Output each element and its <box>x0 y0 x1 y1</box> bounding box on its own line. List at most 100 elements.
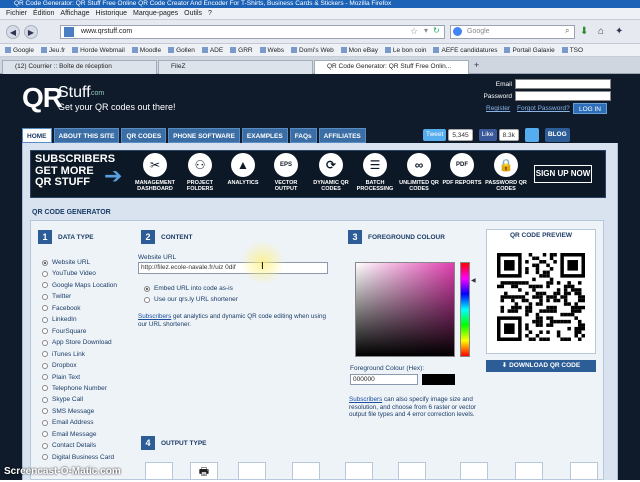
home-icon[interactable]: ⌂ <box>598 26 604 37</box>
data-type-option[interactable]: Dropbox <box>42 361 77 370</box>
data-type-option[interactable]: YouTube Video <box>42 269 96 278</box>
download-icon[interactable]: ⬇ <box>580 26 588 37</box>
data-type-radio[interactable] <box>42 362 48 369</box>
website-url-input[interactable]: http://filez.ecole-navale.fr/uiz 0dif <box>138 262 328 274</box>
bookmark-item[interactable]: Le bon coin <box>384 47 427 54</box>
data-type-radio[interactable] <box>42 351 48 358</box>
embed-option[interactable]: Embed URL into code as-is <box>144 285 233 292</box>
data-type-option[interactable]: Facebook <box>42 304 81 313</box>
bookmark-item[interactable]: Google <box>5 47 34 54</box>
data-type-option[interactable]: App Store Download <box>42 338 112 347</box>
hue-handle-icon[interactable]: ◀ <box>471 277 476 284</box>
data-type-option[interactable]: Telephone Number <box>42 384 107 393</box>
data-type-option[interactable]: FourSquare <box>42 327 86 336</box>
nav-phone-software[interactable]: PHONE SOFTWARE <box>168 127 240 143</box>
data-type-option[interactable]: SMS Message <box>42 407 94 416</box>
bookmark-item[interactable]: Portail Galaxie <box>504 47 555 54</box>
data-type-radio[interactable] <box>42 282 48 289</box>
data-type-radio[interactable] <box>42 408 48 415</box>
bookmark-item[interactable]: Webs <box>259 47 284 54</box>
data-type-option[interactable]: Digital Business Card <box>42 453 114 462</box>
data-type-radio[interactable] <box>42 270 48 277</box>
forgot-password-link[interactable]: Forgot Password? <box>517 105 570 112</box>
bookmark-item[interactable]: Gollen <box>168 47 195 54</box>
tab-qrstuff[interactable]: QR Code Generator: QR Stuff Free Onlin..… <box>314 60 469 74</box>
nav-affiliates[interactable]: AFFILIATES <box>318 127 366 143</box>
shortener-radio[interactable] <box>144 296 150 303</box>
data-type-radio[interactable] <box>42 442 48 449</box>
twitter-icon[interactable] <box>524 128 539 142</box>
data-type-option[interactable]: Email Message <box>42 430 96 439</box>
blog-button[interactable]: BLOG <box>544 128 570 142</box>
forward-icon[interactable]: ▶ <box>24 25 38 39</box>
back-icon[interactable]: ◀ <box>6 25 20 39</box>
download-qr-button[interactable]: ⬇ DOWNLOAD QR CODE <box>486 360 596 372</box>
url-bar[interactable]: www.qrstuff.com <box>60 25 445 39</box>
data-type-option[interactable]: LinkedIn <box>42 315 77 324</box>
data-type-option[interactable]: Plain Text <box>42 373 80 382</box>
password-field[interactable] <box>515 91 611 101</box>
addon-icon[interactable]: ✦ <box>615 26 623 37</box>
data-type-radio[interactable] <box>42 374 48 380</box>
email-field[interactable] <box>515 79 611 89</box>
search-icon[interactable]: ⌕ <box>565 26 569 36</box>
data-type-option[interactable]: Twitter <box>42 292 71 301</box>
hex-input[interactable]: 000000 <box>350 374 418 385</box>
nav-examples[interactable]: EXAMPLES <box>241 127 288 143</box>
bookmark-item[interactable]: Horde Webmail <box>72 47 125 54</box>
data-type-radio[interactable] <box>42 454 48 461</box>
color-picker[interactable] <box>355 262 455 357</box>
shortener-option[interactable]: Use our qrs.ly URL shortener <box>144 296 238 303</box>
data-type-radio[interactable] <box>42 316 48 323</box>
data-type-radio[interactable] <box>42 328 48 335</box>
bookmark-item[interactable]: Jeu.fr <box>40 47 65 54</box>
dropdown-icon[interactable]: ▾ <box>424 26 428 35</box>
data-type-radio[interactable] <box>42 385 48 392</box>
data-type-option[interactable]: iTunes Link <box>42 350 85 359</box>
new-tab-icon[interactable]: + <box>474 60 479 70</box>
data-type-radio[interactable] <box>42 339 48 346</box>
nav-home[interactable]: HOME <box>22 127 52 143</box>
embed-radio[interactable] <box>144 285 150 292</box>
bookmark-item[interactable]: AEFE candidatures <box>433 47 498 54</box>
subscribers-link[interactable]: Subscribers <box>138 313 171 320</box>
data-type-option[interactable]: Contact Details <box>42 441 96 450</box>
search-input[interactable]: Google <box>450 25 575 39</box>
bookmark-item[interactable]: Moodle <box>131 47 161 54</box>
signup-button[interactable]: SIGN UP NOW <box>534 165 592 183</box>
login-button[interactable]: LOG IN <box>573 103 607 114</box>
subscribers-link[interactable]: Subscribers <box>349 396 382 403</box>
like-button[interactable]: Like <box>478 129 497 141</box>
nav-about[interactable]: ABOUT THIS SITE <box>53 127 120 143</box>
data-type-option[interactable]: Website URL <box>42 258 90 267</box>
data-type-radio[interactable] <box>42 305 48 312</box>
bookmark-item[interactable]: ADE <box>201 47 223 54</box>
menu-historique[interactable]: Historique <box>95 8 127 20</box>
data-type-radio[interactable] <box>42 293 48 300</box>
data-type-option[interactable]: Skype Call <box>42 395 83 404</box>
menu-help[interactable]: ? <box>208 8 212 20</box>
hue-slider[interactable] <box>460 262 470 357</box>
star-icon[interactable]: ☆ <box>410 26 418 37</box>
menu-marque-pages[interactable]: Marque-pages <box>133 8 178 20</box>
nav-faqs[interactable]: FAQs <box>289 127 317 143</box>
bookmark-item[interactable]: Mon eBay <box>340 47 378 54</box>
tweet-button[interactable]: Tweet <box>423 129 447 141</box>
bookmark-item[interactable]: GRR <box>230 47 253 54</box>
bookmark-item[interactable]: TSO <box>561 47 583 54</box>
tab-courrier[interactable]: (12) Courrier :: Boîte de réception <box>2 60 157 74</box>
data-type-option[interactable]: Email Address <box>42 418 94 427</box>
data-type-option[interactable]: Google Maps Location <box>42 281 117 290</box>
menu-edition[interactable]: Édition <box>33 8 54 20</box>
data-type-radio[interactable] <box>42 419 48 426</box>
data-type-radio[interactable] <box>42 259 48 266</box>
reload-icon[interactable]: ↻ <box>433 26 440 35</box>
tab-filez[interactable]: FileZ <box>158 60 313 74</box>
data-type-radio[interactable] <box>42 396 48 403</box>
nav-qr-codes[interactable]: QR CODES <box>121 127 167 143</box>
menu-affichage[interactable]: Affichage <box>60 8 89 20</box>
logo-qr[interactable]: QR <box>22 82 63 114</box>
logo-stuff[interactable]: Stuff <box>58 84 91 102</box>
bookmark-item[interactable]: Domi's Web <box>291 47 334 54</box>
data-type-radio[interactable] <box>42 431 48 438</box>
